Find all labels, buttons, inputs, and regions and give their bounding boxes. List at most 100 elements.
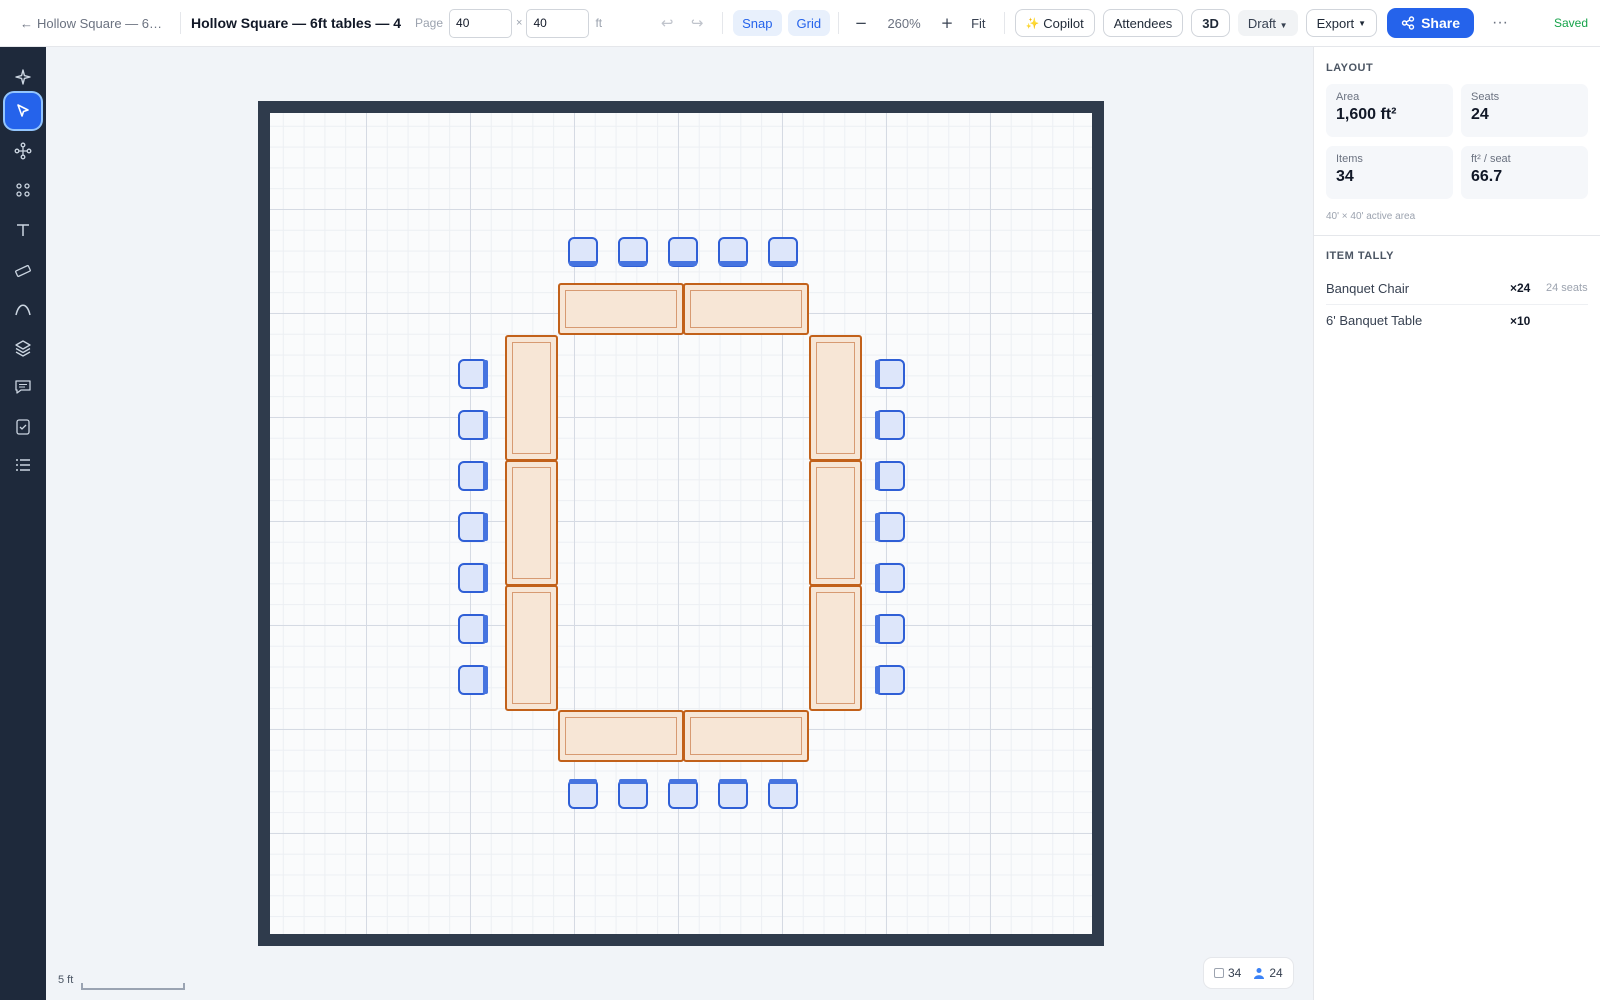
back-link[interactable]: ← Hollow Square — 6…: [20, 16, 170, 31]
banquet-chair[interactable]: [875, 665, 905, 695]
tally-row[interactable]: 6' Banquet Table ×10: [1326, 304, 1588, 336]
tally-item-seats: 24 seats: [1546, 282, 1588, 294]
banquet-table[interactable]: [505, 335, 558, 461]
banquet-chair[interactable]: [568, 779, 598, 809]
stat-value: 24: [1471, 106, 1489, 123]
ruler-icon[interactable]: [5, 253, 41, 289]
stat-value: 34: [1336, 168, 1354, 185]
banquet-chair[interactable]: [458, 563, 488, 593]
export-dropdown[interactable]: Export ▼: [1305, 9, 1378, 37]
banquet-chair[interactable]: [458, 359, 488, 389]
page-height-input[interactable]: [526, 8, 590, 38]
status-dropdown[interactable]: Draft ▼: [1237, 10, 1298, 36]
nodes-icon[interactable]: [5, 133, 41, 169]
chair-back: [483, 411, 488, 439]
banquet-chair[interactable]: [618, 779, 648, 809]
grid-dots-icon[interactable]: [5, 172, 41, 208]
banquet-chair[interactable]: [668, 237, 698, 267]
item-count-value: 34: [1228, 966, 1242, 980]
chair-back: [719, 779, 747, 784]
grid-toggle[interactable]: Grid: [787, 10, 831, 36]
banquet-table[interactable]: [809, 460, 862, 586]
chair-back: [483, 564, 488, 592]
active-area-note: 40' × 40' active area: [1326, 211, 1416, 222]
chair-back: [569, 779, 597, 784]
chair-back: [875, 564, 880, 592]
banquet-chair[interactable]: [768, 237, 798, 267]
banquet-chair[interactable]: [458, 614, 488, 644]
zoom-in-button[interactable]: +: [935, 14, 959, 32]
stat-label: Area: [1336, 91, 1360, 103]
snap-toggle[interactable]: Snap: [733, 10, 782, 36]
room-floor[interactable]: [270, 113, 1092, 934]
attendees-button[interactable]: Attendees: [1102, 9, 1184, 37]
tally-item-count: ×10: [1510, 313, 1531, 328]
stat-card-items: Items 34: [1326, 146, 1453, 199]
top-bar: ← Hollow Square — 6… Hollow Square — 6ft…: [0, 0, 1600, 47]
chair-back: [669, 261, 697, 266]
divider: [722, 12, 724, 34]
banquet-chair[interactable]: [875, 512, 905, 542]
tally-list: Banquet Chair ×24 24 seats 6' Banquet Ta…: [1314, 272, 1600, 336]
zoom-level[interactable]: 260%: [873, 16, 935, 31]
banquet-table[interactable]: [809, 585, 862, 711]
comment-icon[interactable]: [5, 369, 41, 405]
view-3d-button[interactable]: 3D: [1191, 9, 1230, 37]
banquet-chair[interactable]: [618, 237, 648, 267]
seat-count: 24: [1253, 966, 1283, 980]
layout-stats: Area 1,600 ft² Seats 24 Items 34 ft² / s…: [1326, 84, 1600, 199]
chair-back: [769, 261, 797, 266]
stat-value: 66.7: [1471, 168, 1503, 185]
chair-back: [875, 462, 880, 490]
page-width-input[interactable]: [449, 8, 513, 38]
banquet-chair[interactable]: [875, 614, 905, 644]
redo-icon[interactable]: ↪: [682, 8, 712, 38]
share-label: Share: [1421, 15, 1461, 31]
share-button[interactable]: Share: [1387, 8, 1475, 38]
chevron-down-icon: ▼: [1358, 18, 1367, 28]
banquet-table[interactable]: [505, 585, 558, 711]
banquet-chair[interactable]: [458, 665, 488, 695]
banquet-table[interactable]: [809, 335, 862, 461]
curve-icon[interactable]: [5, 291, 41, 327]
banquet-chair[interactable]: [458, 410, 488, 440]
layout-section-title: LAYOUT: [1326, 62, 1374, 74]
banquet-chair[interactable]: [875, 461, 905, 491]
chair-back: [483, 462, 488, 490]
layers-icon[interactable]: [5, 330, 41, 366]
sparkle-icon[interactable]: [5, 59, 41, 95]
cursor-icon[interactable]: [5, 93, 41, 129]
tally-row[interactable]: Banquet Chair ×24 24 seats: [1326, 272, 1588, 304]
banquet-table[interactable]: [683, 710, 809, 762]
banquet-chair[interactable]: [458, 461, 488, 491]
text-icon[interactable]: [5, 212, 41, 248]
banquet-table[interactable]: [558, 710, 684, 762]
banquet-chair[interactable]: [718, 779, 748, 809]
document-title[interactable]: Hollow Square — 6ft tables — 4: [191, 15, 401, 31]
banquet-chair[interactable]: [875, 410, 905, 440]
chair-back: [619, 261, 647, 266]
arrow-left-icon: ←: [20, 15, 33, 31]
floor-plan-canvas[interactable]: 5 ft 34 24: [46, 47, 1313, 1000]
banquet-chair[interactable]: [568, 237, 598, 267]
banquet-chair[interactable]: [875, 359, 905, 389]
banquet-chair[interactable]: [718, 237, 748, 267]
canvas-counts: 34 24: [1203, 957, 1294, 989]
divider: [1003, 12, 1005, 34]
banquet-table[interactable]: [683, 283, 809, 335]
checklist-icon[interactable]: [5, 409, 41, 445]
list-icon[interactable]: [5, 447, 41, 483]
banquet-chair[interactable]: [768, 779, 798, 809]
chair-back: [875, 411, 880, 439]
fit-button[interactable]: Fit: [971, 16, 985, 31]
banquet-chair[interactable]: [668, 779, 698, 809]
copilot-button[interactable]: ✨ Copilot: [1014, 9, 1095, 37]
banquet-table[interactable]: [558, 283, 684, 335]
scale-label: 5 ft: [58, 974, 74, 986]
banquet-chair[interactable]: [458, 512, 488, 542]
banquet-chair[interactable]: [875, 563, 905, 593]
zoom-out-button[interactable]: −: [849, 14, 873, 32]
undo-icon[interactable]: ↩: [652, 8, 682, 38]
more-options-icon[interactable]: ···: [1492, 14, 1508, 32]
banquet-table[interactable]: [505, 460, 558, 586]
